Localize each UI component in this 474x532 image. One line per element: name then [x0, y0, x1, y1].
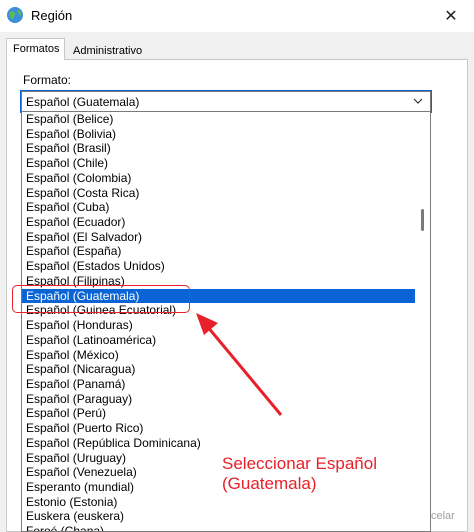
combobox-value: Español (Guatemala) — [26, 95, 140, 109]
list-item[interactable]: Español (Belice) — [22, 112, 416, 127]
list-item[interactable]: Español (España) — [22, 244, 416, 259]
list-item[interactable]: Español (República Dominicana) — [22, 436, 416, 451]
list-item[interactable]: Español (Puerto Rico) — [22, 421, 416, 436]
tab-administrativo[interactable]: Administrativo — [66, 40, 142, 60]
close-icon: ✕ — [444, 8, 458, 25]
list-item[interactable]: Español (Brasil) — [22, 141, 416, 156]
list-item[interactable]: Español (Chile) — [22, 156, 416, 171]
list-item[interactable]: Español (Latinoamérica) — [22, 333, 416, 348]
scroll-thumb[interactable] — [421, 209, 424, 231]
list-item[interactable]: Euskera (euskera) — [22, 509, 416, 524]
list-item[interactable]: Español (Panamá) — [22, 377, 416, 392]
highlight-box — [12, 285, 190, 313]
list-item[interactable]: Español (El Salvador) — [22, 230, 416, 245]
list-item[interactable]: Español (Bolivia) — [22, 127, 416, 142]
globe-icon — [7, 7, 23, 23]
list-item[interactable]: Español (Ecuador) — [22, 215, 416, 230]
list-item[interactable]: Español (Colombia) — [22, 171, 416, 186]
title-bar: Región ✕ — [0, 0, 474, 32]
list-item[interactable]: Español (Perú) — [22, 406, 416, 421]
window-title: Región — [31, 8, 73, 23]
cancel-button[interactable]: celar — [431, 505, 468, 527]
chevron-down-icon — [413, 98, 423, 104]
close-button[interactable]: ✕ — [428, 0, 474, 32]
format-label: Formato: — [23, 73, 72, 87]
tab-formatos[interactable]: Formatos — [6, 38, 65, 60]
list-item[interactable]: Español (México) — [22, 348, 416, 363]
list-item[interactable]: Español (Paraguay) — [22, 392, 416, 407]
list-item[interactable]: Español (Costa Rica) — [22, 186, 416, 201]
list-item[interactable]: Español (Estados Unidos) — [22, 259, 416, 274]
list-item[interactable]: Español (Cuba) — [22, 200, 416, 215]
list-item[interactable]: Estonio (Estonia) — [22, 495, 416, 510]
list-item[interactable]: Feroé (Chana) — [22, 524, 416, 531]
annotation-text: Seleccionar Español (Guatemala) — [222, 454, 377, 493]
format-combobox[interactable]: Español (Guatemala) — [20, 90, 432, 113]
list-item[interactable]: Español (Honduras) — [22, 318, 416, 333]
list-item[interactable]: Español (Nicaragua) — [22, 362, 416, 377]
